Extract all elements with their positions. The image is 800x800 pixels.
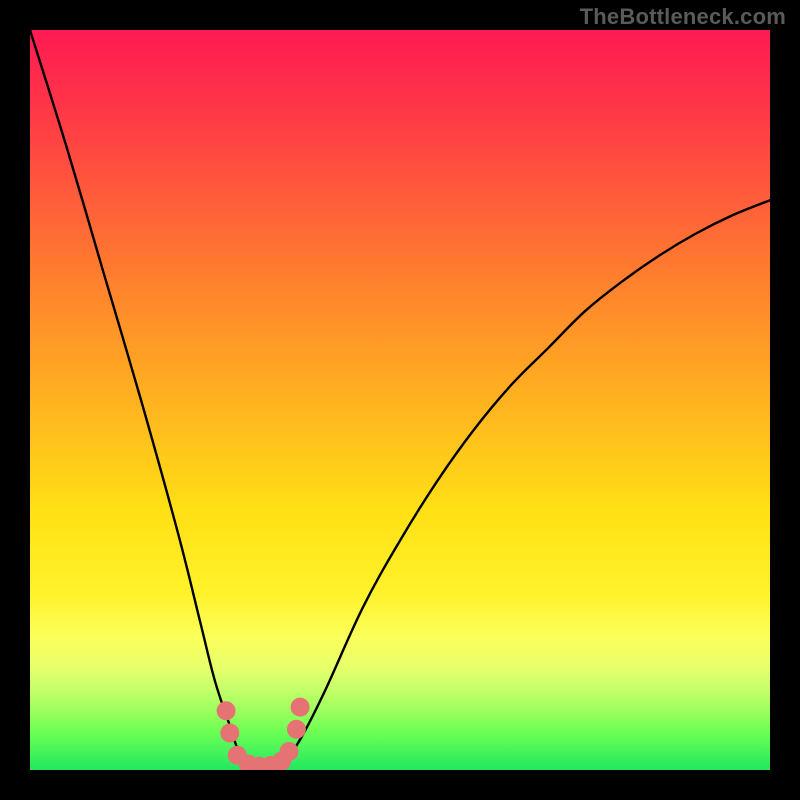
- chart-container: TheBottleneck.com: [0, 0, 800, 800]
- bottleneck-curve: [30, 30, 770, 767]
- curve-marker: [280, 742, 299, 761]
- curve-marker: [220, 724, 239, 743]
- curve-marker: [287, 720, 306, 739]
- watermark-text: TheBottleneck.com: [580, 4, 786, 30]
- curve-marker: [217, 701, 236, 720]
- chart-svg: [30, 30, 770, 770]
- curve-markers: [217, 698, 310, 770]
- curve-marker: [291, 698, 310, 717]
- plot-area: [30, 30, 770, 770]
